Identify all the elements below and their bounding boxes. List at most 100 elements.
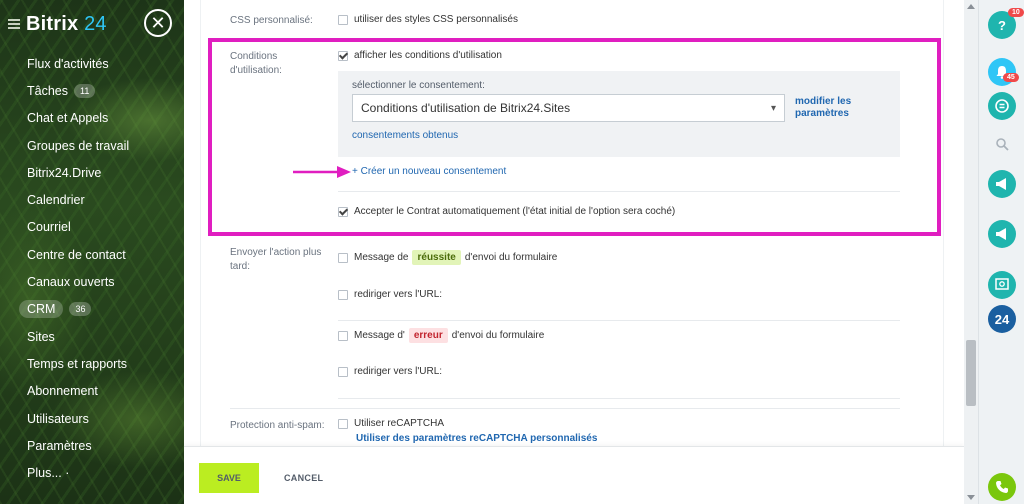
msg-success-post: d'envoi du formulaire — [464, 252, 558, 263]
sidebar-item-label: Courriel — [27, 220, 71, 235]
notification-count-badge: 45 — [1003, 73, 1019, 82]
sidebar-item-label: Utilisateurs — [27, 411, 89, 426]
redirect-url-checkbox-2[interactable] — [338, 366, 348, 377]
recaptcha-label: Utiliser reCAPTCHA — [354, 418, 445, 429]
msg-success-checkbox[interactable] — [338, 252, 348, 263]
accept-auto-option[interactable]: Accepter le Contrat automatiquement (l'é… — [338, 206, 675, 217]
recaptcha-checkbox[interactable] — [338, 418, 348, 429]
scroll-down-icon[interactable] — [967, 495, 975, 500]
sidebar-item-courriel[interactable]: Courriel — [0, 214, 184, 241]
count-badge: 11 — [74, 83, 96, 98]
sidebar-item-plus[interactable]: Plus... · — [0, 459, 184, 486]
scrollbar[interactable] — [964, 0, 978, 504]
sidebar-item-label: Chat et Appels — [27, 111, 109, 126]
accept-auto-label: Accepter le Contrat automatiquement (l'é… — [354, 206, 676, 217]
create-consent-link[interactable]: + Créer un nouveau consentement — [352, 166, 506, 177]
monitor-search-icon[interactable] — [988, 271, 1016, 299]
sidebar-item-flux[interactable]: Flux d'activités — [0, 50, 184, 77]
success-tag: réussite — [412, 250, 461, 265]
recaptcha-params-link[interactable]: Utiliser des paramètres reCAPTCHA person… — [356, 433, 597, 444]
bitrix24-icon[interactable]: 24 — [988, 305, 1016, 333]
msg-error-post: d'envoi du formulaire — [451, 330, 545, 341]
css-option[interactable]: utiliser des styles CSS personnalisés — [338, 14, 518, 25]
select-consent-label: sélectionner le consentement: — [352, 80, 485, 91]
cancel-button[interactable]: CANCEL — [284, 463, 323, 493]
msg-error-option[interactable]: Message d' erreur d'envoi du formulaire — [338, 328, 544, 343]
form-footer: SAVE CANCEL — [184, 446, 964, 504]
msg-success-option[interactable]: Message de réussite d'envoi du formulair… — [338, 250, 557, 265]
css-option-label: utiliser des styles CSS personnalisés — [354, 14, 518, 25]
terms-show-label: afficher les conditions d'utilisation — [354, 50, 502, 61]
sidebar-item-label: Calendrier — [27, 193, 85, 208]
megaphone-icon[interactable] — [988, 170, 1016, 198]
modify-params-link[interactable]: modifier les paramètres — [795, 96, 865, 120]
sidebar-item-chat[interactable]: Chat et Appels — [0, 105, 184, 132]
sidebar-item-parametres[interactable]: Paramètres — [0, 432, 184, 459]
menu-icon[interactable] — [8, 19, 20, 29]
consents-obtained-link[interactable]: consentements obtenus — [352, 130, 458, 141]
msg-success-pre: Message de — [354, 252, 409, 263]
css-checkbox[interactable] — [338, 14, 348, 25]
msg-error-pre: Message d' — [354, 330, 405, 341]
sidebar-item-contact[interactable]: Centre de contact — [0, 241, 184, 268]
sidebar-item-label: Paramètres — [27, 438, 92, 453]
sidebar-item-label: Bitrix24.Drive — [27, 165, 102, 180]
divider — [338, 191, 900, 192]
sidebar-item-label: Abonnement — [27, 384, 98, 399]
sidebar-item-label: Plus... · — [27, 466, 70, 481]
divider — [230, 408, 900, 409]
brand-name: Bitrix — [26, 12, 79, 35]
sidebar-item-label: Canaux ouverts — [27, 275, 115, 290]
sidebar-item-label: Tâches — [27, 83, 68, 98]
count-badge: 36 — [69, 302, 92, 317]
consent-select-value: Conditions d'utilisation de Bitrix24.Sit… — [361, 101, 571, 115]
brand-logo[interactable]: Bitrix 24 — [26, 13, 107, 36]
brand-number: 24 — [84, 12, 107, 35]
sidebar-item-canaux[interactable]: Canaux ouverts — [0, 268, 184, 295]
sidebar-item-label: Sites — [27, 329, 55, 344]
chat-icon[interactable] — [988, 92, 1016, 120]
announcement-icon[interactable] — [988, 220, 1016, 248]
sidebar-item-label: Centre de contact — [27, 247, 126, 262]
redirect-url-label-1: rediriger vers l'URL: — [354, 289, 443, 300]
sidebar-item-label: Flux d'activités — [27, 56, 109, 71]
sidebar-item-abonnement[interactable]: Abonnement — [0, 378, 184, 405]
sidebar-item-label: CRM — [19, 300, 64, 319]
terms-show-checkbox[interactable] — [338, 50, 348, 61]
pointer-arrow-icon — [293, 166, 351, 178]
sidebar-item-sites[interactable]: Sites — [0, 323, 184, 350]
sidebar-item-crm[interactable]: CRM 36 — [0, 296, 184, 323]
sidebar-item-temps[interactable]: Temps et rapports — [0, 350, 184, 377]
sidebar: Bitrix 24 ✕ Flux d'activités Tâches 11 Ch… — [0, 0, 184, 504]
divider — [338, 398, 900, 399]
sidebar-item-label: Groupes de travail — [27, 138, 130, 153]
search-icon[interactable] — [988, 130, 1016, 158]
sidebar-menu: Flux d'activités Tâches 11 Chat et Appels… — [0, 50, 184, 487]
sidebar-item-drive[interactable]: Bitrix24.Drive — [0, 159, 184, 186]
accept-auto-checkbox[interactable] — [338, 206, 348, 217]
sidebar-item-taches[interactable]: Tâches 11 — [0, 77, 184, 104]
scrollbar-thumb[interactable] — [966, 340, 976, 406]
right-panel: ? 10 45 24 — [978, 0, 1024, 504]
consent-select[interactable]: Conditions d'utilisation de Bitrix24.Sit… — [352, 94, 785, 122]
chevron-down-icon: ▾ — [770, 103, 776, 114]
divider — [338, 320, 900, 321]
recaptcha-option[interactable]: Utiliser reCAPTCHA — [338, 418, 444, 429]
phone-icon[interactable] — [988, 473, 1016, 501]
css-label: CSS personnalisé: — [230, 15, 313, 26]
antispam-label: Protection anti-spam: — [230, 420, 325, 431]
sidebar-item-groupes[interactable]: Groupes de travail — [0, 132, 184, 159]
redirect-url-option-2[interactable]: rediriger vers l'URL: — [338, 366, 442, 377]
help-count-badge: 10 — [1008, 8, 1024, 17]
sidebar-item-label: Temps et rapports — [27, 356, 128, 371]
send-action-label: Envoyer l'action plus tard: — [230, 247, 322, 272]
sidebar-item-calendrier[interactable]: Calendrier — [0, 186, 184, 213]
msg-error-checkbox[interactable] — [338, 330, 348, 341]
close-icon[interactable]: ✕ — [144, 9, 172, 37]
sidebar-item-utilisateurs[interactable]: Utilisateurs — [0, 405, 184, 432]
scroll-up-icon[interactable] — [967, 4, 975, 9]
redirect-url-option-1[interactable]: rediriger vers l'URL: — [338, 289, 442, 300]
redirect-url-checkbox-1[interactable] — [338, 289, 348, 300]
terms-show-option[interactable]: afficher les conditions d'utilisation — [338, 50, 502, 61]
save-button[interactable]: SAVE — [199, 463, 259, 493]
